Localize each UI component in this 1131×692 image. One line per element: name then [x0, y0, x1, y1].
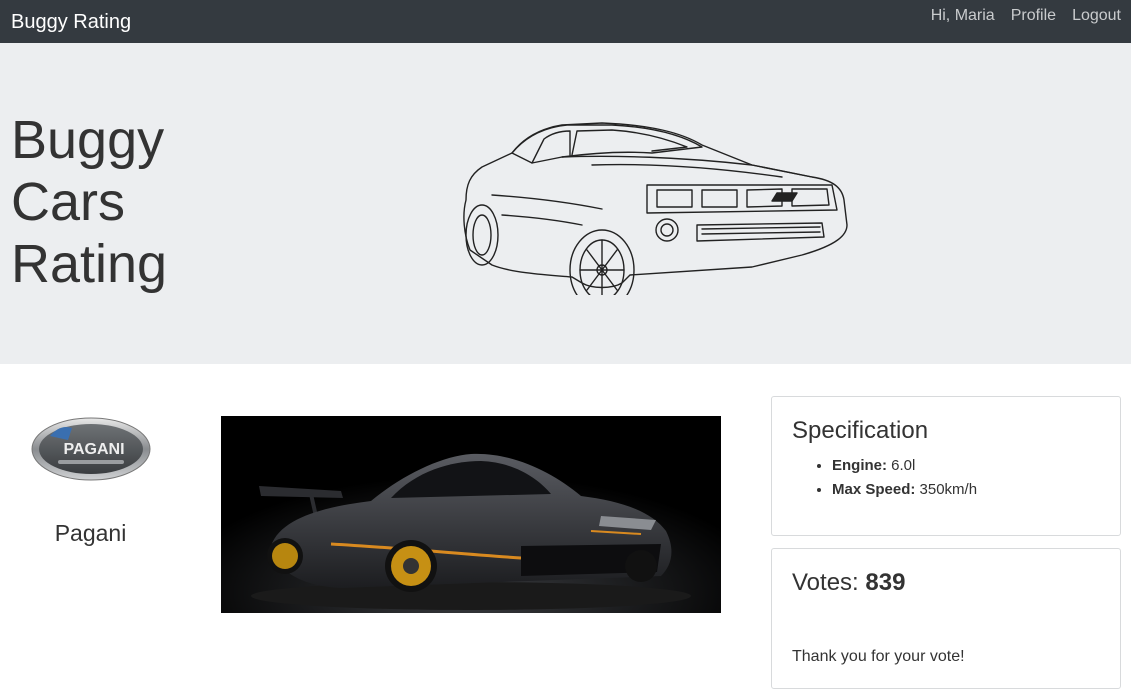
votes-heading: Votes: 839 [792, 569, 905, 597]
hero-banner: Buggy Cars Rating [0, 43, 1131, 364]
spec-item-engine: Engine: 6.0l [832, 454, 977, 478]
brand-link[interactable]: Buggy Rating [11, 12, 131, 32]
spec-value: 350km/h [919, 481, 978, 498]
car-photo [221, 416, 721, 613]
vote-thanks-message: Thank you for your vote! [792, 648, 965, 665]
nav-user-menu: Hi, Maria Profile Logout [931, 7, 1121, 25]
top-navbar: Buggy Rating Hi, Maria Profile Logout [0, 0, 1131, 43]
spec-label: Max Speed: [832, 481, 916, 498]
votes-count: 839 [865, 569, 906, 596]
logout-link[interactable]: Logout [1072, 7, 1121, 25]
specification-card: Specification Engine: 6.0l Max Speed: 35… [771, 396, 1121, 536]
user-greeting: Hi, Maria [930, 7, 995, 24]
spec-value: 6.0l [891, 457, 916, 474]
votes-label: Votes: [792, 569, 859, 596]
hero-title-line: Cars [11, 172, 126, 232]
spec-item-max-speed: Max Speed: 350km/h [832, 478, 977, 502]
specification-heading: Specification [792, 417, 929, 444]
spec-label: Engine: [832, 457, 887, 474]
hero-title: Buggy Cars Rating [11, 109, 211, 295]
hero-title-line: Buggy [11, 110, 165, 170]
make-name[interactable]: Pagani [0, 520, 181, 547]
votes-card: Votes: 839 Thank you for your vote! [771, 548, 1121, 689]
pagani-logo-icon: PAGANI [31, 417, 151, 481]
car-outline-illustration [463, 122, 848, 295]
hero-title-line: Rating [11, 234, 168, 294]
specification-list: Engine: 6.0l Max Speed: 350km/h [832, 454, 977, 502]
profile-link[interactable]: Profile [1011, 7, 1056, 25]
make-logo[interactable]: PAGANI [30, 416, 152, 487]
make-logo-text: PAGANI [63, 441, 124, 458]
